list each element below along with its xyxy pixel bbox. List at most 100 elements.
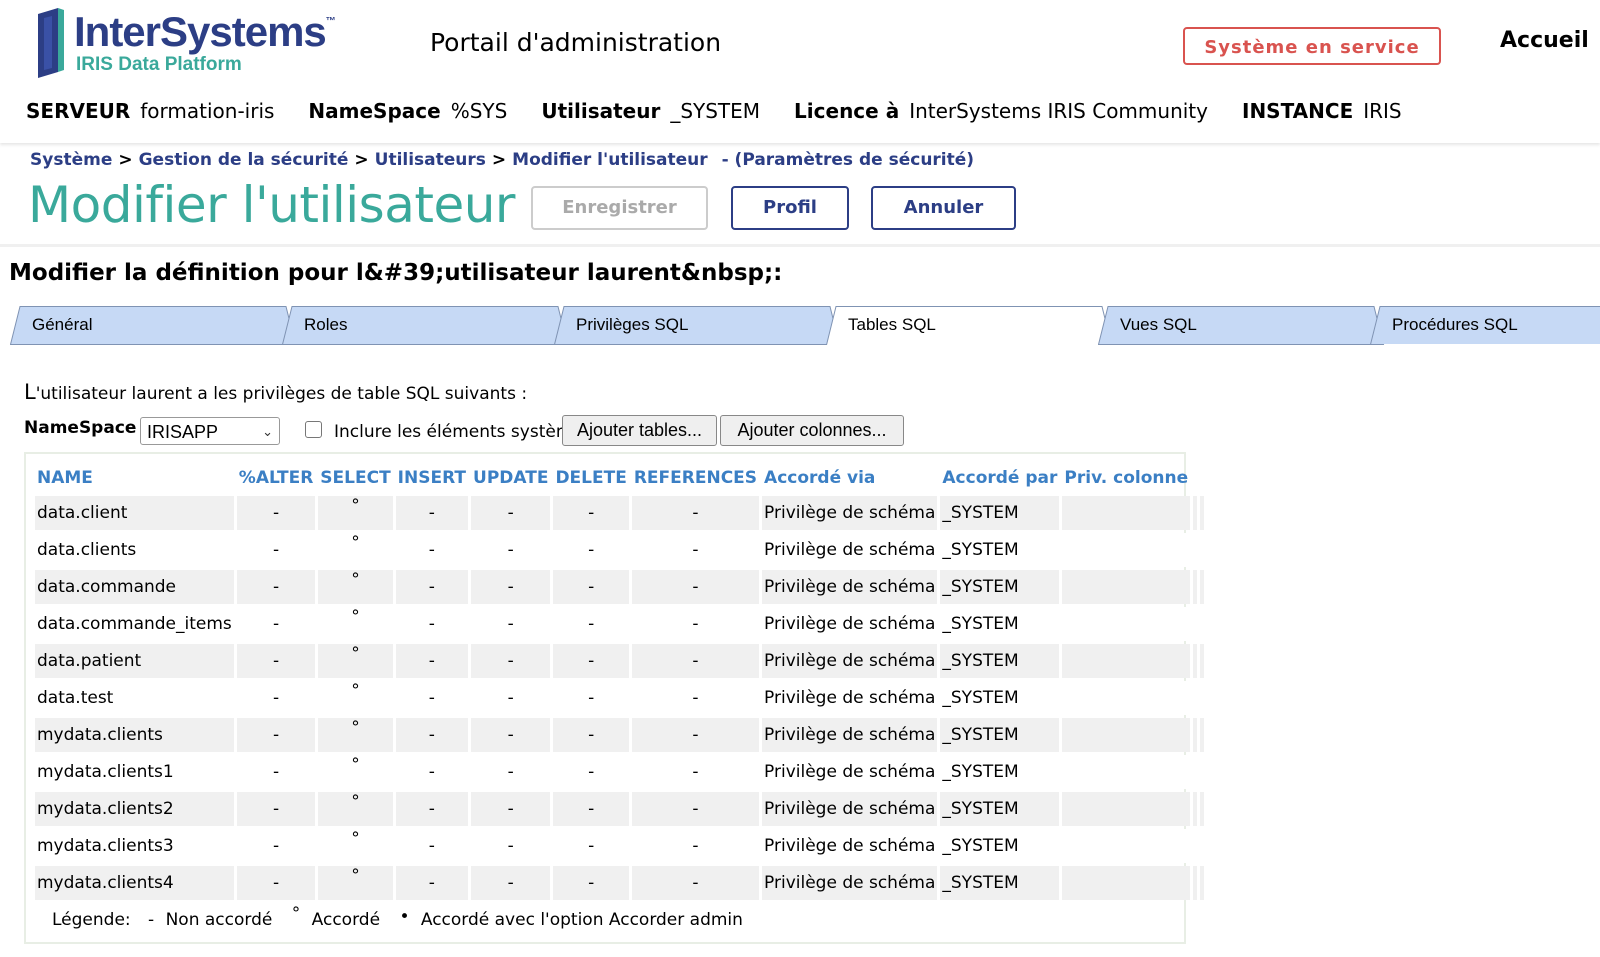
- tab-general[interactable]: Général: [10, 306, 297, 345]
- table-cell: -: [553, 792, 629, 826]
- column-header[interactable]: Accordé via: [762, 463, 937, 493]
- breadcrumb-edit-user[interactable]: Modifier l'utilisateur: [512, 150, 708, 170]
- profile-button[interactable]: Profil: [731, 186, 849, 230]
- save-button[interactable]: Enregistrer: [531, 186, 708, 230]
- tab-sql-procedures[interactable]: Procédures SQL: [1370, 306, 1600, 344]
- column-header-blank: [1200, 463, 1204, 493]
- table-cell-blank: [1193, 570, 1198, 604]
- table-cell: -: [471, 570, 551, 604]
- breadcrumb-security[interactable]: Gestion de la sécurité: [139, 150, 349, 170]
- column-header[interactable]: UPDATE: [471, 463, 550, 493]
- column-header[interactable]: DELETE: [553, 463, 628, 493]
- column-header[interactable]: REFERENCES: [632, 463, 759, 493]
- table-cell: -: [471, 755, 551, 789]
- tab-label: Vues SQL: [1120, 315, 1197, 334]
- table-row[interactable]: mydata.clients1- ° - - - - Privilège de schéma…: [35, 755, 1205, 789]
- table-cell: °: [318, 644, 393, 678]
- table-name-cell[interactable]: data.clients: [35, 533, 234, 567]
- table-cell-blank: [1193, 718, 1198, 752]
- privileges-table: NAME %ALTER SELECT INSERT UPDATE DELETE …: [32, 460, 1207, 903]
- table-cell: [1062, 755, 1191, 789]
- table-cell-blank: [1200, 644, 1205, 678]
- tab-sql-views[interactable]: Vues SQL: [1098, 306, 1385, 345]
- divider: [0, 244, 1600, 247]
- table-row[interactable]: data.patient - ° - - - - Privilège de schéma _SY…: [35, 644, 1205, 678]
- table-cell: [1062, 718, 1191, 752]
- table-cell: -: [553, 681, 629, 715]
- table-cell-blank: [1193, 607, 1198, 641]
- tab-sql-privileges[interactable]: Privilèges SQL: [554, 306, 841, 345]
- table-row[interactable]: mydata.clients2- ° - - - - Privilège de schéma…: [35, 792, 1205, 826]
- legend-label: Accordé avec l'option Accorder admin: [420, 910, 743, 930]
- table-body: data.client - ° - - - - Privilège de schéma _SYS…: [35, 496, 1205, 900]
- table-cell-blank: [1200, 496, 1205, 530]
- table-name-cell[interactable]: mydata.clients3: [35, 829, 234, 863]
- table-cell-blank: [1193, 792, 1198, 826]
- table-name-cell[interactable]: data.commande_items: [35, 607, 234, 641]
- table-cell: [1062, 644, 1191, 678]
- portal-title: Portail d'administration: [430, 28, 722, 57]
- table-name-cell[interactable]: data.client: [35, 496, 234, 530]
- home-link[interactable]: Accueil: [1500, 28, 1589, 53]
- table-cell: -: [395, 644, 469, 678]
- table-cell: _SYSTEM: [940, 496, 1060, 530]
- system-status-button[interactable]: Système en service: [1183, 27, 1441, 65]
- table-cell: -: [553, 570, 629, 604]
- table-row[interactable]: data.client - ° - - - - Privilège de schéma _SYS…: [35, 496, 1205, 530]
- breadcrumb-system[interactable]: Système: [30, 150, 112, 170]
- table-cell: [1062, 496, 1191, 530]
- table-cell-blank: [1193, 866, 1198, 900]
- table-row[interactable]: data.commande - ° - - - - Privilège de schéma _S…: [35, 570, 1205, 604]
- table-cell: Privilège de schéma: [762, 792, 938, 826]
- include-system-checkbox[interactable]: [305, 421, 322, 438]
- page-title: Modifier l'utilisateur: [28, 176, 515, 234]
- add-columns-button[interactable]: Ajouter colonnes...: [720, 415, 904, 446]
- column-header[interactable]: Priv. colonne: [1062, 463, 1190, 493]
- table-name-cell[interactable]: data.commande: [35, 570, 234, 604]
- table-name-cell[interactable]: mydata.clients1: [35, 755, 234, 789]
- table-cell-blank: [1200, 681, 1205, 715]
- breadcrumb-users[interactable]: Utilisateurs: [375, 150, 486, 170]
- table-name-cell[interactable]: mydata.clients: [35, 718, 234, 752]
- table-cell: -: [236, 570, 316, 604]
- table-cell: -: [236, 755, 316, 789]
- legend-symbol: -: [148, 910, 155, 930]
- table-name-cell[interactable]: data.test: [35, 681, 234, 715]
- tab-sql-tables[interactable]: Tables SQL: [826, 306, 1112, 345]
- table-cell: -: [631, 644, 760, 678]
- tab-roles[interactable]: Roles: [282, 306, 569, 345]
- namespace-select[interactable]: IRISAPP ⌄: [140, 417, 280, 445]
- table-name-cell[interactable]: mydata.clients4: [35, 866, 234, 900]
- column-header[interactable]: Accordé par: [940, 463, 1059, 493]
- table-cell: Privilège de schéma: [762, 718, 938, 752]
- add-tables-button[interactable]: Ajouter tables...: [562, 415, 717, 446]
- tab-label: Procédures SQL: [1392, 315, 1518, 334]
- table-row[interactable]: mydata.clients - ° - - - - Privilège de schéma _…: [35, 718, 1205, 752]
- tab-label: Tables SQL: [848, 315, 936, 334]
- table-row[interactable]: data.commande_items - ° - - - - Privilège de sc…: [35, 607, 1205, 641]
- column-header[interactable]: INSERT: [396, 463, 468, 493]
- table-cell: -: [471, 866, 551, 900]
- column-header[interactable]: SELECT: [318, 463, 392, 493]
- table-cell: °: [318, 533, 393, 567]
- column-header[interactable]: NAME: [35, 463, 234, 493]
- table-row[interactable]: data.test - ° - - - - Privilège de schéma _SYSTE…: [35, 681, 1205, 715]
- table-cell: -: [631, 681, 760, 715]
- table-cell: °: [318, 755, 393, 789]
- table-cell: Privilège de schéma: [762, 644, 938, 678]
- table-cell: -: [395, 718, 469, 752]
- column-header[interactable]: %ALTER: [237, 463, 316, 493]
- definition-title: Modifier la définition pour l&#39;utilis…: [9, 260, 783, 286]
- table-row[interactable]: data.clients - ° - - - - Privilège de schéma _SY…: [35, 533, 1205, 567]
- table-name-cell[interactable]: data.patient: [35, 644, 234, 678]
- table-header-row: NAME %ALTER SELECT INSERT UPDATE DELETE …: [35, 463, 1204, 493]
- table-row[interactable]: mydata.clients3- ° - - - - Privilège de schéma…: [35, 829, 1205, 863]
- breadcrumb-suffix[interactable]: - (Paramètres de sécurité): [722, 150, 974, 170]
- table-cell: -: [471, 496, 551, 530]
- table-cell: -: [395, 533, 469, 567]
- table-cell: -: [395, 681, 469, 715]
- table-name-cell[interactable]: mydata.clients2: [35, 792, 234, 826]
- table-row[interactable]: mydata.clients4- ° - - - - Privilège de schéma…: [35, 866, 1205, 900]
- cancel-button[interactable]: Annuler: [871, 186, 1016, 230]
- table-cell: [1062, 792, 1191, 826]
